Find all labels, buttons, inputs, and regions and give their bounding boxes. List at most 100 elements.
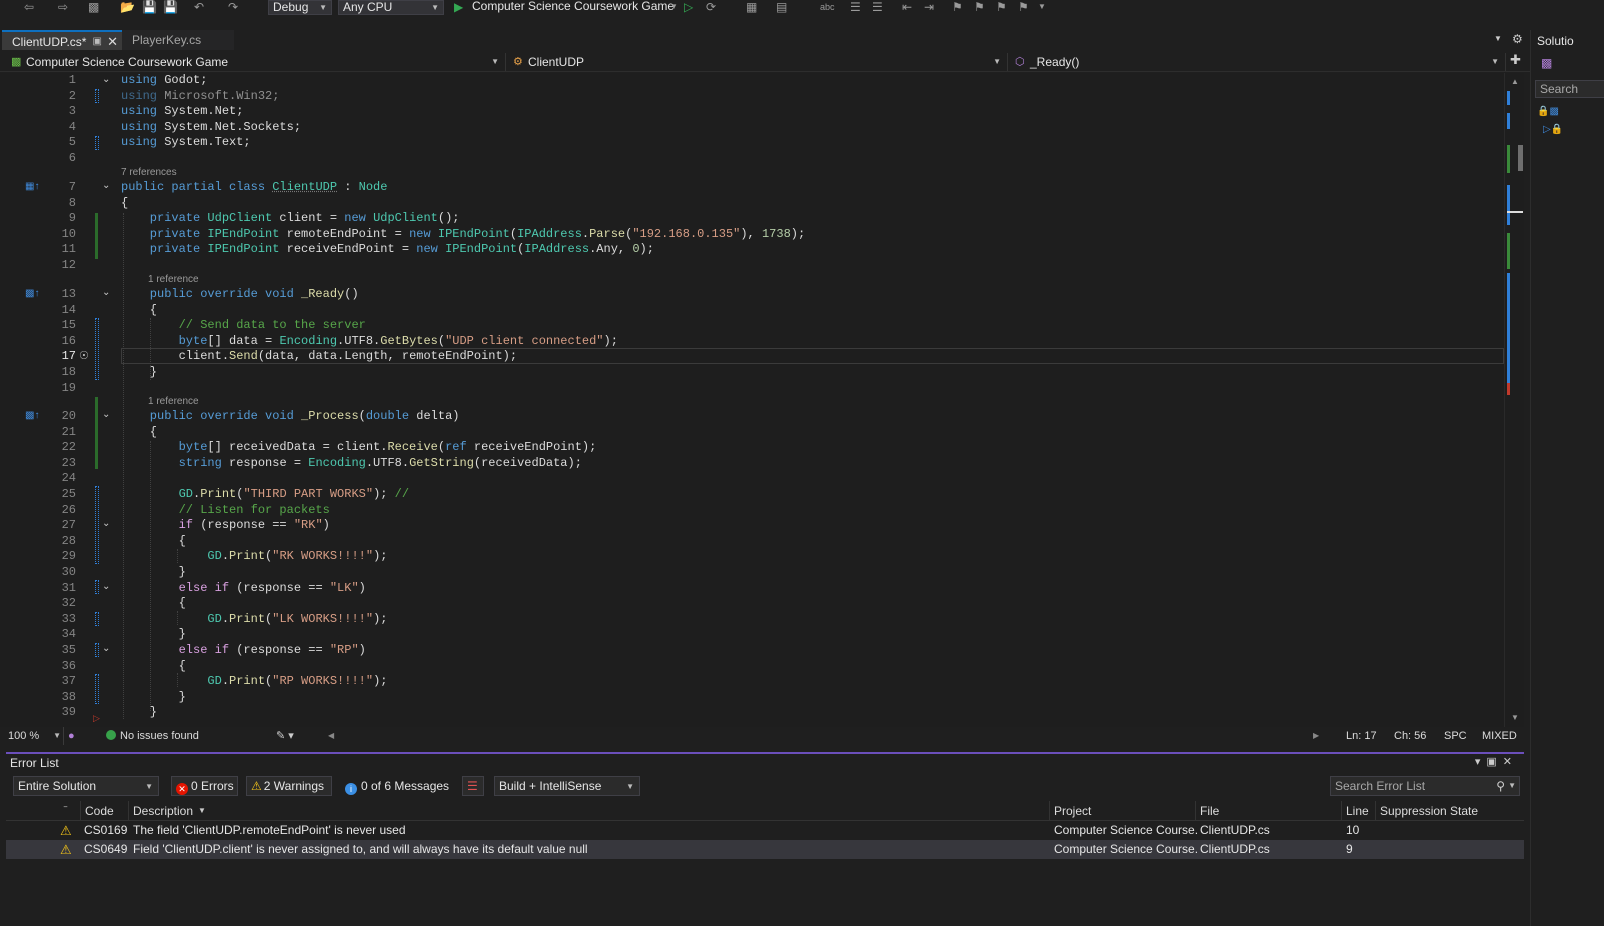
column-header-description[interactable]: Description — [128, 801, 193, 821]
code-line[interactable]: 25 GD.Print("THIRD PART WORKS"); // — [0, 487, 1504, 503]
scroll-left-icon[interactable]: ◀ — [328, 727, 334, 745]
indent-icon[interactable]: ⇥ — [924, 0, 934, 16]
code-line[interactable]: 2 using Microsoft.Win32; — [0, 89, 1504, 105]
project-node-icon[interactable]: ▷🔒 — [1543, 124, 1563, 135]
new-project-icon[interactable]: ▩ — [88, 0, 99, 16]
member-dropdown[interactable]: ⬡ _Ready() ▼ — [1012, 53, 1506, 71]
code-line[interactable]: 9 private UdpClient client = new UdpClie… — [0, 211, 1504, 227]
code-line[interactable]: 38 } — [0, 690, 1504, 706]
error-code[interactable]: CS0649 — [84, 840, 127, 859]
solution-search-input[interactable]: Search — [1535, 80, 1604, 98]
scroll-thumb[interactable] — [1518, 145, 1523, 171]
start-project-dropdown-icon[interactable]: ▼ — [670, 0, 678, 16]
column-header-code[interactable]: Code — [80, 801, 128, 821]
code-line[interactable]: 36 { — [0, 659, 1504, 675]
column-header-suppression[interactable]: Suppression State — [1375, 801, 1523, 821]
pin-icon[interactable]: ▣ — [1486, 756, 1502, 768]
column-header-file[interactable]: File — [1195, 801, 1341, 821]
code-line[interactable]: 24 — [0, 471, 1504, 487]
panel-menu-icon[interactable]: ▾ — [1475, 756, 1487, 768]
code-line[interactable]: 35 else if (response == "RP") — [0, 643, 1504, 659]
code-line[interactable]: 26 // Listen for packets — [0, 503, 1504, 519]
codelens-references[interactable]: 7 references — [121, 167, 177, 178]
code-line[interactable]: 13 public override void _Ready() — [0, 287, 1504, 303]
tab-clientudp[interactable]: ClientUDP.cs* ▣ ✕ — [2, 30, 124, 50]
comment-icon[interactable]: ☰ — [850, 0, 861, 16]
table-row[interactable]: ⚠ CS0649 Field 'ClientUDP.client' is nev… — [6, 840, 1524, 859]
code-line[interactable]: 32 { — [0, 596, 1504, 612]
code-line[interactable]: 14 { — [0, 303, 1504, 319]
undo-icon[interactable]: ↶ — [194, 0, 204, 16]
code-line[interactable]: 18 } — [0, 365, 1504, 381]
editor-vertical-scrollbar[interactable]: ▲ ▼ — [1504, 73, 1524, 727]
whitespace-indicator[interactable]: SPC — [1444, 727, 1467, 745]
codelens-references[interactable]: 1 reference — [148, 396, 199, 407]
issues-indicator[interactable]: No issues found — [106, 727, 199, 745]
filter-toggle-button[interactable]: ☰ — [462, 776, 484, 796]
bookmark-icon[interactable]: ⚑ — [952, 0, 963, 16]
project-dropdown[interactable]: ▩ Computer Science Coursework Game ▼ — [8, 53, 506, 71]
scroll-right-icon[interactable]: ▶ — [1313, 727, 1319, 745]
code-line[interactable]: 20 public override void _Process(double … — [0, 409, 1504, 425]
column-header-project[interactable]: Project — [1049, 801, 1195, 821]
code-line[interactable]: 19 — [0, 381, 1504, 397]
spell-check-icon[interactable]: abc — [820, 0, 835, 16]
close-icon[interactable]: ✕ — [107, 32, 118, 52]
startup-project-button[interactable]: Computer Science Coursework Game — [472, 0, 674, 13]
code-line[interactable]: 30 } — [0, 565, 1504, 581]
zoom-dropdown[interactable]: 100 % ▼ — [8, 727, 64, 745]
column-header-line[interactable]: Line — [1341, 801, 1375, 821]
column-header-filter[interactable]: ‾ — [60, 801, 80, 821]
code-line[interactable]: 7 public partial class ClientUDP : Node — [0, 180, 1504, 196]
hot-reload-icon[interactable]: ⟳ — [706, 0, 716, 16]
column-indicator[interactable]: Ch: 56 — [1394, 727, 1426, 745]
configuration-dropdown[interactable]: Debug ▼ — [268, 0, 332, 15]
code-line[interactable]: 8{ — [0, 196, 1504, 212]
code-line[interactable]: 11 private IPEndPoint receiveEndPoint = … — [0, 242, 1504, 258]
redo-icon[interactable]: ↷ — [228, 0, 238, 16]
code-line[interactable]: 4 using System.Net.Sockets; — [0, 120, 1504, 136]
search-icon[interactable]: ⚲ — [1496, 777, 1505, 795]
code-line[interactable]: 33 GD.Print("LK WORKS!!!!"); — [0, 612, 1504, 628]
code-line[interactable]: 21 { — [0, 425, 1504, 441]
toolbar-overflow-icon[interactable]: ▼ — [1038, 0, 1046, 16]
scroll-down-icon[interactable]: ▼ — [1511, 713, 1519, 722]
code-cleanup-icon[interactable]: ✎ ▾ — [276, 727, 294, 745]
type-dropdown[interactable]: ⚙ ClientUDP ▼ — [510, 53, 1008, 71]
codelens-references[interactable]: 1 reference — [148, 274, 199, 285]
sort-desc-icon[interactable]: ▼ — [198, 806, 206, 815]
code-line[interactable]: 5 using System.Text; — [0, 135, 1504, 151]
split-window-icon[interactable]: ✚ — [1510, 52, 1521, 68]
code-line[interactable]: 1 using Godot; — [0, 73, 1504, 89]
code-line[interactable]: 34 } — [0, 627, 1504, 643]
tab-list-dropdown-icon[interactable]: ▼ — [1494, 34, 1502, 43]
solution-toolbar-icon[interactable]: ▩ — [1541, 56, 1552, 70]
code-editor[interactable]: 7 references 1 reference 1 reference ▦↑ … — [0, 73, 1524, 727]
bookmark-next-icon[interactable]: ⚑ — [996, 0, 1007, 16]
navigate-back-icon[interactable]: ⇦ — [24, 0, 34, 16]
line-endings-indicator[interactable]: MIXED — [1482, 727, 1517, 745]
chevron-down-icon[interactable]: ▼ — [1508, 777, 1516, 795]
errors-filter-button[interactable]: ✕ 0 Errors — [171, 776, 238, 796]
table-row[interactable]: ⚠ CS0169 The field 'ClientUDP.remoteEndP… — [6, 821, 1524, 840]
code-line[interactable]: 15 // Send data to the server — [0, 318, 1504, 334]
code-line[interactable]: 10 private IPEndPoint remoteEndPoint = n… — [0, 227, 1504, 243]
code-line[interactable]: 22 byte[] receivedData = client.Receive(… — [0, 440, 1504, 456]
code-line[interactable]: 37 GD.Print("RP WORKS!!!!"); — [0, 674, 1504, 690]
code-line-current[interactable]: 17 client.Send(data, data.Length, remote… — [0, 349, 1504, 365]
code-line[interactable]: 27 if (response == "RK") — [0, 518, 1504, 534]
code-line[interactable]: 16 byte[] data = Encoding.UTF8.GetBytes(… — [0, 334, 1504, 350]
code-line[interactable]: 31 else if (response == "LK") — [0, 581, 1504, 597]
line-indicator[interactable]: Ln: 17 — [1346, 727, 1377, 745]
scope-dropdown[interactable]: Entire Solution ▼ — [13, 776, 159, 796]
code-line[interactable]: 29 GD.Print("RK WORKS!!!!"); — [0, 549, 1504, 565]
code-line[interactable]: 39 } — [0, 705, 1504, 721]
platform-dropdown[interactable]: Any CPU ▼ — [338, 0, 444, 15]
solution-explorer-icon[interactable]: ▦ — [746, 0, 757, 16]
bookmark-prev-icon[interactable]: ⚑ — [974, 0, 985, 16]
code-line[interactable]: 28 { — [0, 534, 1504, 550]
pin-icon[interactable]: ▣ — [93, 32, 102, 52]
settings-gear-icon[interactable]: ⚙ — [1512, 32, 1523, 46]
messages-filter-button[interactable]: i 0 of 6 Messages — [340, 776, 452, 796]
warnings-filter-button[interactable]: ⚠ 2 Warnings — [246, 776, 332, 796]
